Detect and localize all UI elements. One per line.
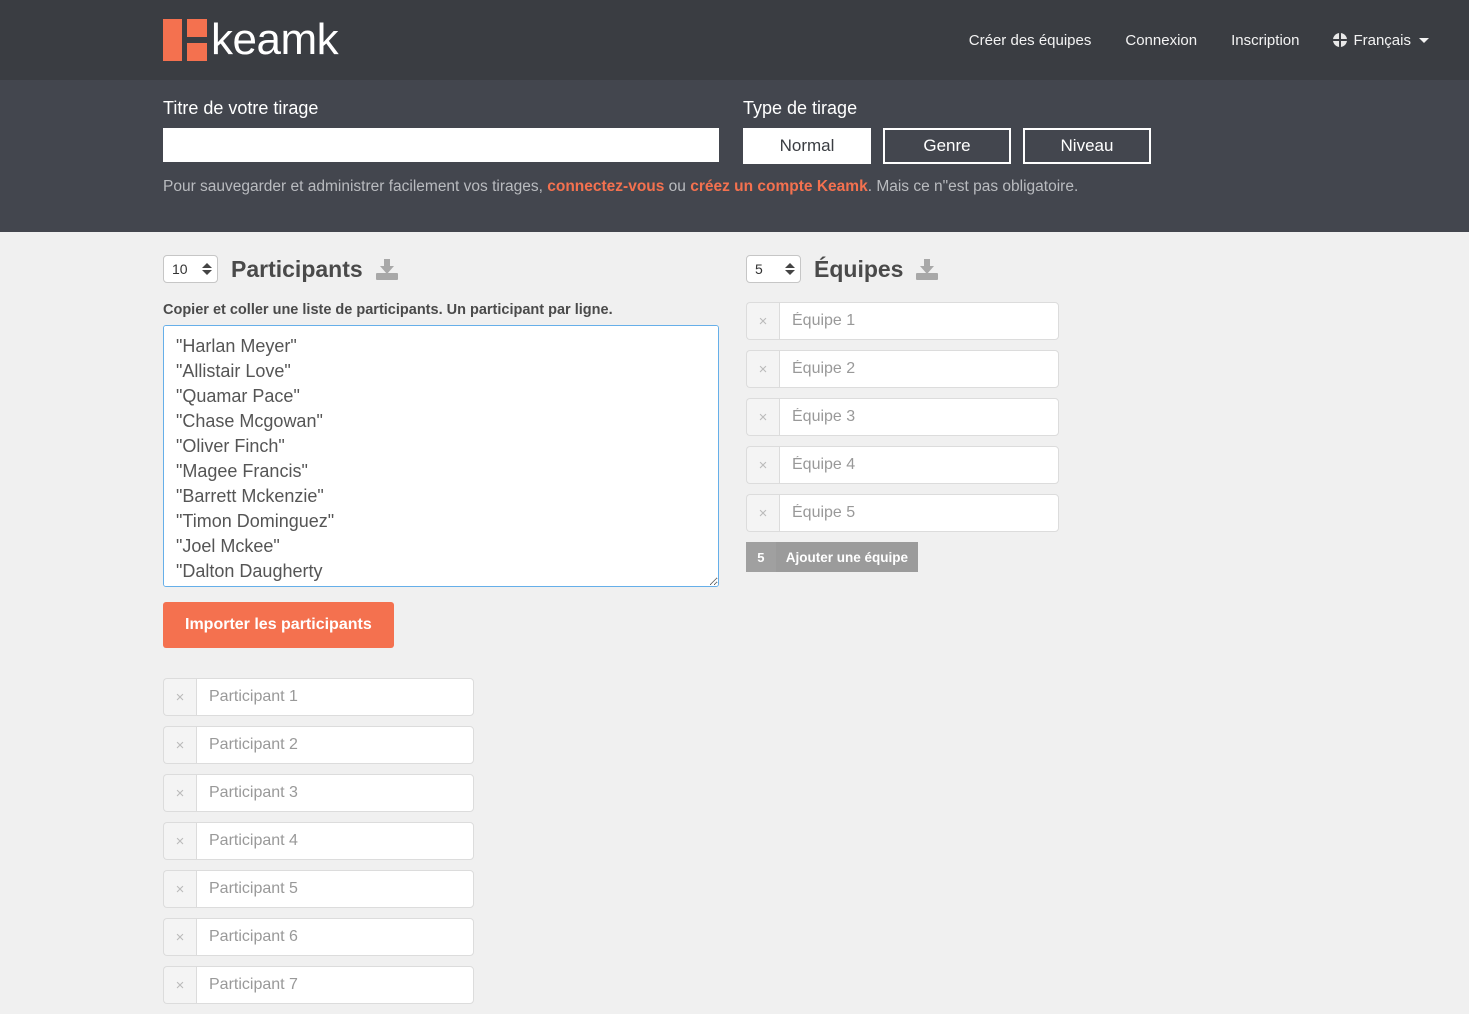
- participants-download-icon[interactable]: [375, 258, 398, 280]
- participants-paste-textarea[interactable]: "Harlan Meyer" "Allistair Love" "Quamar …: [163, 325, 719, 587]
- participant-row: ×: [163, 966, 474, 1004]
- logo-wordmark: keamk: [211, 15, 339, 64]
- title-field-group: Titre de votre tirage: [163, 98, 743, 164]
- team-name-input[interactable]: [779, 350, 1059, 388]
- remove-participant-button[interactable]: ×: [163, 918, 196, 956]
- teams-count-value: 5: [755, 261, 763, 277]
- title-label: Titre de votre tirage: [163, 98, 319, 118]
- main-content: 10 Participants Copier et coller une lis…: [0, 232, 1469, 1014]
- draw-title-input[interactable]: [163, 128, 719, 162]
- remove-team-button[interactable]: ×: [746, 398, 779, 436]
- team-name-input[interactable]: [779, 398, 1059, 436]
- create-account-link[interactable]: créez un compte Keamk: [690, 178, 867, 195]
- remove-team-button[interactable]: ×: [746, 350, 779, 388]
- remove-team-button[interactable]: ×: [746, 494, 779, 532]
- teams-rows: × × × × ×: [746, 302, 1166, 532]
- participant-name-input[interactable]: [196, 870, 474, 908]
- note-suffix: . Mais ce n"est pas obligatoire.: [867, 178, 1079, 195]
- team-name-input[interactable]: [779, 302, 1059, 340]
- stepper-arrows-icon[interactable]: [202, 263, 212, 275]
- add-team-count-badge: 5: [746, 542, 776, 572]
- import-participants-button[interactable]: Importer les participants: [163, 602, 394, 648]
- remove-participant-button[interactable]: ×: [163, 678, 196, 716]
- participant-name-input[interactable]: [196, 678, 474, 716]
- teams-title: Équipes: [814, 255, 904, 282]
- remove-participant-button[interactable]: ×: [163, 726, 196, 764]
- note-middle: ou: [664, 178, 691, 195]
- remove-participant-button[interactable]: ×: [163, 822, 196, 860]
- nav-creer-des-equipes[interactable]: Créer des équipes: [969, 32, 1092, 49]
- globe-icon: [1333, 33, 1348, 47]
- login-link[interactable]: connectez-vous: [547, 178, 664, 195]
- participant-row: ×: [163, 726, 474, 764]
- language-label: Français: [1353, 31, 1411, 49]
- stepper-arrows-icon[interactable]: [785, 263, 795, 275]
- participants-count-stepper[interactable]: 10: [163, 255, 218, 283]
- teams-count-stepper[interactable]: 5: [746, 255, 801, 283]
- team-row: ×: [746, 350, 1059, 388]
- participants-column: 10 Participants Copier et coller une lis…: [163, 252, 746, 1014]
- type-button-niveau[interactable]: Niveau: [1023, 128, 1151, 164]
- type-button-genre[interactable]: Genre: [883, 128, 1011, 164]
- paste-instructions: Copier et coller une liste de participan…: [163, 302, 613, 318]
- participant-name-input[interactable]: [196, 726, 474, 764]
- participants-header: 10 Participants: [163, 252, 746, 286]
- teams-header: 5 Équipes: [746, 252, 1166, 286]
- participant-row: ×: [163, 870, 474, 908]
- remove-participant-button[interactable]: ×: [163, 870, 196, 908]
- nav-connexion[interactable]: Connexion: [1125, 32, 1197, 49]
- participants-rows: × × × × ×: [163, 678, 746, 1004]
- participant-row: ×: [163, 678, 474, 716]
- remove-team-button[interactable]: ×: [746, 302, 779, 340]
- chevron-down-icon: [1419, 37, 1429, 43]
- type-button-normal[interactable]: Normal: [743, 128, 871, 164]
- team-row: ×: [746, 302, 1059, 340]
- account-note: Pour sauvegarder et administrer facileme…: [163, 178, 1469, 196]
- participants-count-value: 10: [172, 261, 188, 277]
- remove-participant-button[interactable]: ×: [163, 966, 196, 1004]
- team-name-input[interactable]: [779, 446, 1059, 484]
- note-prefix: Pour sauvegarder et administrer facileme…: [163, 178, 548, 195]
- draw-settings-band: Titre de votre tirage Type de tirage Nor…: [0, 80, 1469, 232]
- participants-title: Participants: [231, 255, 363, 282]
- participant-row: ×: [163, 918, 474, 956]
- participant-row: ×: [163, 774, 474, 812]
- participant-name-input[interactable]: [196, 918, 474, 956]
- keamk-logo[interactable]: keamk: [163, 15, 339, 64]
- keamk-logo-mark-icon: [163, 19, 207, 61]
- participant-row: ×: [163, 822, 474, 860]
- team-row: ×: [746, 494, 1059, 532]
- top-navbar: keamk Créer des équipes Connexion Inscri…: [0, 0, 1469, 80]
- team-name-input[interactable]: [779, 494, 1059, 532]
- type-label: Type de tirage: [743, 98, 858, 118]
- type-field-group: Type de tirage Normal Genre Niveau: [743, 98, 1151, 164]
- language-selector[interactable]: Français: [1333, 32, 1429, 49]
- teams-download-icon[interactable]: [916, 258, 939, 280]
- team-row: ×: [746, 398, 1059, 436]
- participant-name-input[interactable]: [196, 822, 474, 860]
- participant-name-input[interactable]: [196, 966, 474, 1004]
- participant-name-input[interactable]: [196, 774, 474, 812]
- add-team-label: Ajouter une équipe: [775, 542, 918, 572]
- team-row: ×: [746, 446, 1059, 484]
- teams-column: 5 Équipes × ×: [746, 252, 1166, 1014]
- type-button-group: Normal Genre Niveau: [743, 128, 1151, 164]
- nav-links: Créer des équipes Connexion Inscription …: [969, 32, 1429, 49]
- nav-inscription[interactable]: Inscription: [1231, 32, 1299, 49]
- remove-participant-button[interactable]: ×: [163, 774, 196, 812]
- add-team-button[interactable]: 5 Ajouter une équipe: [746, 542, 918, 572]
- remove-team-button[interactable]: ×: [746, 446, 779, 484]
